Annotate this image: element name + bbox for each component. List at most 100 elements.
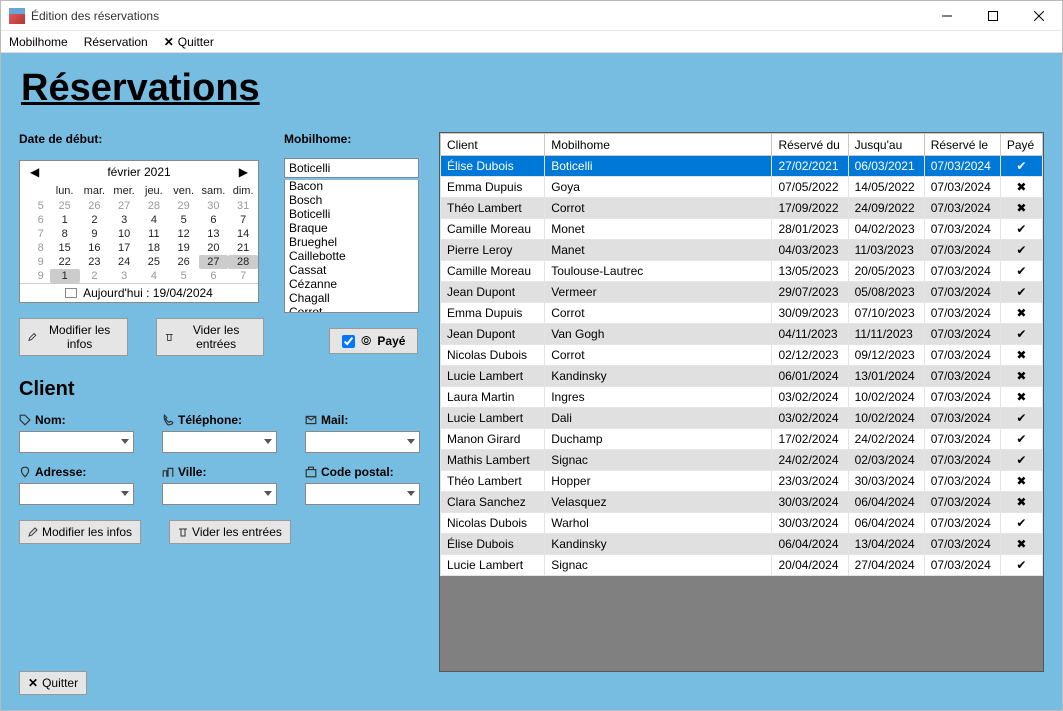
table-row[interactable]: Théo LambertHopper23/03/202430/03/202407…: [441, 471, 1043, 492]
table-row[interactable]: Lucie LambertKandinsky06/01/202413/01/20…: [441, 366, 1043, 387]
telephone-combo[interactable]: [162, 431, 277, 453]
list-item[interactable]: Braque: [285, 221, 418, 235]
table-row[interactable]: Élise DuboisKandinsky06/04/202413/04/202…: [441, 534, 1043, 555]
list-item[interactable]: Chagall: [285, 291, 418, 305]
table-row[interactable]: Théo LambertCorrot17/09/202224/09/202207…: [441, 198, 1043, 219]
calendar-day[interactable]: 12: [169, 227, 199, 241]
minimize-button[interactable]: [924, 1, 970, 31]
vider-entrees-button[interactable]: Vider les entrées: [156, 318, 264, 356]
calendar-day[interactable]: 25: [139, 255, 169, 269]
calendar-day[interactable]: 17: [109, 241, 139, 255]
table-row[interactable]: Mathis LambertSignac24/02/202402/03/2024…: [441, 450, 1043, 471]
calendar-day[interactable]: 11: [139, 227, 169, 241]
calendar-day[interactable]: 27: [199, 255, 229, 269]
paye-checkbox[interactable]: [342, 335, 355, 348]
calendar-day[interactable]: 3: [109, 269, 139, 283]
ville-combo[interactable]: [162, 483, 277, 505]
quitter-button[interactable]: ✕ Quitter: [19, 671, 87, 695]
calendar-day[interactable]: 28: [228, 255, 258, 269]
calendar-day[interactable]: 3: [109, 213, 139, 227]
column-header[interactable]: Client: [441, 134, 545, 156]
adresse-combo[interactable]: [19, 483, 134, 505]
list-item[interactable]: Cassat: [285, 263, 418, 277]
calendar-day[interactable]: 18: [139, 241, 169, 255]
calendar-day[interactable]: 2: [80, 213, 110, 227]
table-row[interactable]: Lucie LambertSignac20/04/202427/04/20240…: [441, 555, 1043, 576]
table-row[interactable]: Jean DupontVan Gogh04/11/202311/11/20230…: [441, 324, 1043, 345]
column-header[interactable]: Jusqu'au: [848, 134, 924, 156]
table-row[interactable]: Pierre LeroyManet04/03/202311/03/202307/…: [441, 240, 1043, 261]
calendar-day[interactable]: 23: [80, 255, 110, 269]
calendar-day[interactable]: 30: [199, 199, 229, 213]
column-header[interactable]: Réservé du: [772, 134, 848, 156]
calendar-day[interactable]: 4: [139, 269, 169, 283]
calendar-day[interactable]: 8: [50, 227, 80, 241]
mail-combo[interactable]: [305, 431, 420, 453]
calendar-day[interactable]: 31: [228, 199, 258, 213]
calendar-footer[interactable]: Aujourd'hui : 19/04/2024: [20, 283, 258, 302]
table-row[interactable]: Camille MoreauMonet28/01/202304/02/20230…: [441, 219, 1043, 240]
codepostal-combo[interactable]: [305, 483, 420, 505]
calendar-day[interactable]: 9: [80, 227, 110, 241]
list-item[interactable]: Cézanne: [285, 277, 418, 291]
calendar-next-button[interactable]: ▶: [235, 165, 252, 179]
calendar-day[interactable]: 26: [169, 255, 199, 269]
calendar-prev-button[interactable]: ◀: [26, 165, 43, 179]
list-item[interactable]: Boticelli: [285, 207, 418, 221]
calendar-day[interactable]: 24: [109, 255, 139, 269]
menu-mobilhome[interactable]: Mobilhome: [9, 35, 68, 49]
list-item[interactable]: Bosch: [285, 193, 418, 207]
calendar-day[interactable]: 5: [169, 213, 199, 227]
calendar[interactable]: ◀ février 2021 ▶ lun.mar.mer.jeu.ven.sam…: [19, 160, 259, 303]
calendar-day[interactable]: 15: [50, 241, 80, 255]
calendar-day[interactable]: 20: [199, 241, 229, 255]
calendar-day[interactable]: 25: [50, 199, 80, 213]
menu-quitter[interactable]: ✕Quitter: [164, 35, 214, 49]
calendar-day[interactable]: 28: [139, 199, 169, 213]
table-row[interactable]: Clara SanchezVelasquez30/03/202406/04/20…: [441, 492, 1043, 513]
table-row[interactable]: Camille MoreauToulouse-Lautrec13/05/2023…: [441, 261, 1043, 282]
calendar-day[interactable]: 22: [50, 255, 80, 269]
calendar-day[interactable]: 14: [228, 227, 258, 241]
calendar-day[interactable]: 19: [169, 241, 199, 255]
client-vider-button[interactable]: Vider les entrées: [169, 520, 291, 544]
list-item[interactable]: Bacon: [285, 179, 418, 193]
calendar-day[interactable]: 5: [169, 269, 199, 283]
table-row[interactable]: Élise DuboisBoticelli27/02/202106/03/202…: [441, 156, 1043, 177]
table-row[interactable]: Jean DupontVermeer29/07/202305/08/202307…: [441, 282, 1043, 303]
mobilhome-input[interactable]: [284, 158, 419, 178]
column-header[interactable]: Mobilhome: [545, 134, 772, 156]
table-row[interactable]: Lucie LambertDali03/02/202410/02/202407/…: [441, 408, 1043, 429]
column-header[interactable]: Payé: [1000, 134, 1042, 156]
calendar-day[interactable]: 7: [228, 213, 258, 227]
table-row[interactable]: Manon GirardDuchamp17/02/202424/02/20240…: [441, 429, 1043, 450]
reservations-grid[interactable]: ClientMobilhomeRéservé duJusqu'auRéservé…: [439, 132, 1044, 672]
calendar-day[interactable]: 6: [199, 213, 229, 227]
calendar-day[interactable]: 10: [109, 227, 139, 241]
table-row[interactable]: Emma DupuisCorrot30/09/202307/10/202307/…: [441, 303, 1043, 324]
calendar-day[interactable]: 29: [169, 199, 199, 213]
paye-checkbox-group[interactable]: ⦾ Payé: [329, 328, 418, 354]
menu-reservation[interactable]: Réservation: [84, 35, 148, 49]
calendar-day[interactable]: 27: [109, 199, 139, 213]
nom-combo[interactable]: [19, 431, 134, 453]
list-item[interactable]: Brueghel: [285, 235, 418, 249]
maximize-button[interactable]: [970, 1, 1016, 31]
mobilhome-listbox[interactable]: BaconBoschBoticelliBraqueBrueghelCailleb…: [284, 178, 419, 313]
modifier-infos-button[interactable]: Modifier les infos: [19, 318, 128, 356]
calendar-day[interactable]: 7: [228, 269, 258, 283]
calendar-day[interactable]: 1: [50, 213, 80, 227]
table-row[interactable]: Emma DupuisGoya07/05/202214/05/202207/03…: [441, 177, 1043, 198]
client-modifier-button[interactable]: Modifier les infos: [19, 520, 141, 544]
calendar-day[interactable]: 2: [80, 269, 110, 283]
table-row[interactable]: Laura MartinIngres03/02/202410/02/202407…: [441, 387, 1043, 408]
calendar-day[interactable]: 13: [199, 227, 229, 241]
calendar-day[interactable]: 6: [199, 269, 229, 283]
list-item[interactable]: Corrot: [285, 305, 418, 313]
calendar-day[interactable]: 16: [80, 241, 110, 255]
table-row[interactable]: Nicolas DuboisCorrot02/12/202309/12/2023…: [441, 345, 1043, 366]
table-row[interactable]: Nicolas DuboisWarhol30/03/202406/04/2024…: [441, 513, 1043, 534]
column-header[interactable]: Réservé le: [924, 134, 1000, 156]
calendar-day[interactable]: 26: [80, 199, 110, 213]
calendar-day[interactable]: 21: [228, 241, 258, 255]
